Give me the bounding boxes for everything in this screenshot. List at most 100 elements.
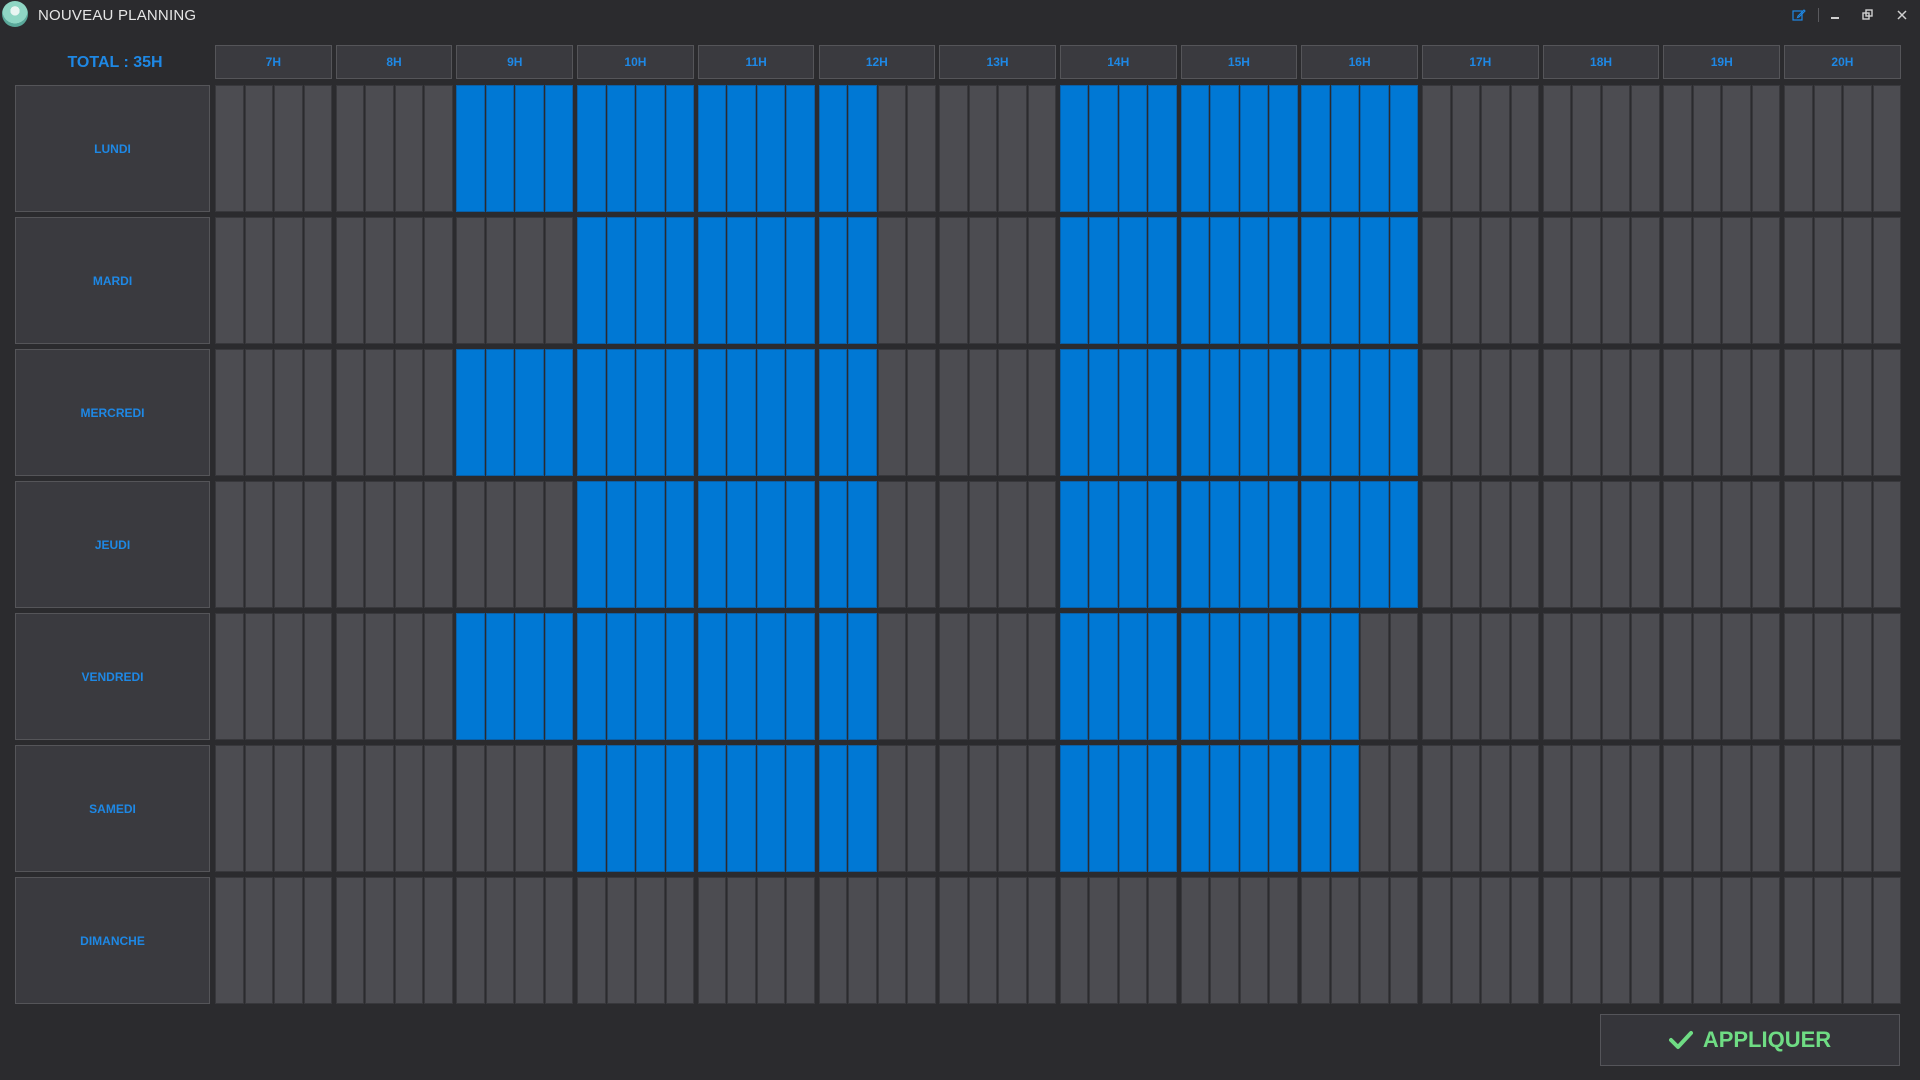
time-slot-cell[interactable] [456, 349, 485, 476]
time-slot-cell[interactable] [1510, 877, 1539, 1004]
time-slot-cell[interactable] [1751, 481, 1781, 608]
time-slot-cell[interactable] [1269, 877, 1298, 1004]
time-slot-cell[interactable] [1451, 85, 1480, 212]
time-slot-cell[interactable] [907, 745, 936, 872]
time-slot-cell[interactable] [1872, 481, 1902, 608]
time-slot-cell[interactable] [1301, 349, 1330, 476]
time-slot-cell[interactable] [786, 877, 815, 1004]
time-slot-cell[interactable] [215, 481, 244, 608]
close-icon[interactable] [1893, 6, 1911, 24]
time-slot-cell[interactable] [1663, 745, 1692, 872]
time-slot-cell[interactable] [1089, 217, 1118, 344]
time-slot-cell[interactable] [939, 745, 968, 872]
time-slot-cell[interactable] [697, 613, 727, 740]
time-slot-cell[interactable] [968, 613, 998, 740]
time-slot-cell[interactable] [818, 877, 847, 1004]
time-slot-cell[interactable] [968, 85, 998, 212]
time-slot-cell[interactable] [1722, 481, 1751, 608]
time-slot-cell[interactable] [1813, 745, 1843, 872]
time-slot-cell[interactable] [968, 877, 998, 1004]
time-slot-cell[interactable] [1027, 613, 1057, 740]
time-slot-cell[interactable] [1692, 349, 1722, 476]
time-slot-cell[interactable] [1601, 745, 1631, 872]
day-label[interactable]: MARDI [15, 217, 210, 344]
time-slot-cell[interactable] [394, 613, 424, 740]
time-slot-cell[interactable] [1422, 745, 1451, 872]
time-slot-cell[interactable] [1269, 745, 1298, 872]
time-slot-cell[interactable] [1089, 613, 1118, 740]
restore-icon[interactable] [1859, 6, 1877, 24]
time-slot-cell[interactable] [756, 349, 786, 476]
time-slot-cell[interactable] [1422, 85, 1451, 212]
time-slot-cell[interactable] [303, 481, 332, 608]
time-slot-cell[interactable] [1330, 85, 1360, 212]
time-slot-cell[interactable] [456, 613, 485, 740]
time-slot-cell[interactable] [727, 349, 756, 476]
time-slot-cell[interactable] [1089, 349, 1118, 476]
time-slot-cell[interactable] [1148, 745, 1177, 872]
time-slot-cell[interactable] [756, 745, 786, 872]
time-slot-cell[interactable] [939, 481, 968, 608]
time-slot-cell[interactable] [636, 877, 665, 1004]
time-slot-cell[interactable] [515, 349, 544, 476]
time-slot-cell[interactable] [697, 481, 727, 608]
time-slot-cell[interactable] [424, 217, 453, 344]
time-slot-cell[interactable] [907, 217, 936, 344]
time-slot-cell[interactable] [424, 481, 453, 608]
time-slot-cell[interactable] [1089, 877, 1118, 1004]
time-slot-cell[interactable] [1722, 349, 1751, 476]
time-slot-cell[interactable] [544, 349, 574, 476]
time-slot-cell[interactable] [907, 349, 936, 476]
time-slot-cell[interactable] [244, 877, 273, 1004]
time-slot-cell[interactable] [456, 481, 485, 608]
time-slot-cell[interactable] [1663, 85, 1692, 212]
time-slot-cell[interactable] [1301, 613, 1330, 740]
time-slot-cell[interactable] [756, 217, 786, 344]
time-slot-cell[interactable] [1451, 217, 1480, 344]
time-slot-cell[interactable] [1813, 349, 1843, 476]
time-slot-cell[interactable] [1481, 877, 1510, 1004]
time-slot-cell[interactable] [1510, 85, 1539, 212]
time-slot-cell[interactable] [394, 481, 424, 608]
time-slot-cell[interactable] [1059, 349, 1089, 476]
time-slot-cell[interactable] [1360, 877, 1389, 1004]
time-slot-cell[interactable] [1180, 349, 1210, 476]
time-slot-cell[interactable] [424, 85, 453, 212]
time-slot-cell[interactable] [1631, 481, 1660, 608]
time-slot-cell[interactable] [577, 217, 606, 344]
time-slot-cell[interactable] [365, 85, 394, 212]
time-slot-cell[interactable] [786, 85, 815, 212]
time-slot-cell[interactable] [577, 349, 606, 476]
time-slot-cell[interactable] [1631, 217, 1660, 344]
time-slot-cell[interactable] [1180, 85, 1210, 212]
time-slot-cell[interactable] [365, 349, 394, 476]
time-slot-cell[interactable] [727, 85, 756, 212]
time-slot-cell[interactable] [1027, 217, 1057, 344]
time-slot-cell[interactable] [244, 349, 273, 476]
time-slot-cell[interactable] [1843, 613, 1872, 740]
time-slot-cell[interactable] [515, 85, 544, 212]
time-slot-cell[interactable] [303, 85, 332, 212]
day-label[interactable]: VENDREDI [15, 613, 210, 740]
time-slot-cell[interactable] [968, 349, 998, 476]
time-slot-cell[interactable] [544, 613, 574, 740]
time-slot-cell[interactable] [1089, 85, 1118, 212]
time-slot-cell[interactable] [1663, 349, 1692, 476]
time-slot-cell[interactable] [1572, 877, 1601, 1004]
time-slot-cell[interactable] [1784, 85, 1813, 212]
time-slot-cell[interactable] [1510, 613, 1539, 740]
time-slot-cell[interactable] [1059, 85, 1089, 212]
time-slot-cell[interactable] [939, 613, 968, 740]
time-slot-cell[interactable] [877, 745, 906, 872]
time-slot-cell[interactable] [303, 745, 332, 872]
time-slot-cell[interactable] [939, 217, 968, 344]
time-slot-cell[interactable] [1269, 85, 1298, 212]
time-slot-cell[interactable] [274, 613, 303, 740]
time-slot-cell[interactable] [244, 85, 273, 212]
time-slot-cell[interactable] [394, 349, 424, 476]
time-slot-cell[interactable] [606, 481, 636, 608]
time-slot-cell[interactable] [1239, 85, 1269, 212]
day-label[interactable]: MERCREDI [15, 349, 210, 476]
time-slot-cell[interactable] [544, 745, 574, 872]
time-slot-cell[interactable] [1572, 85, 1601, 212]
